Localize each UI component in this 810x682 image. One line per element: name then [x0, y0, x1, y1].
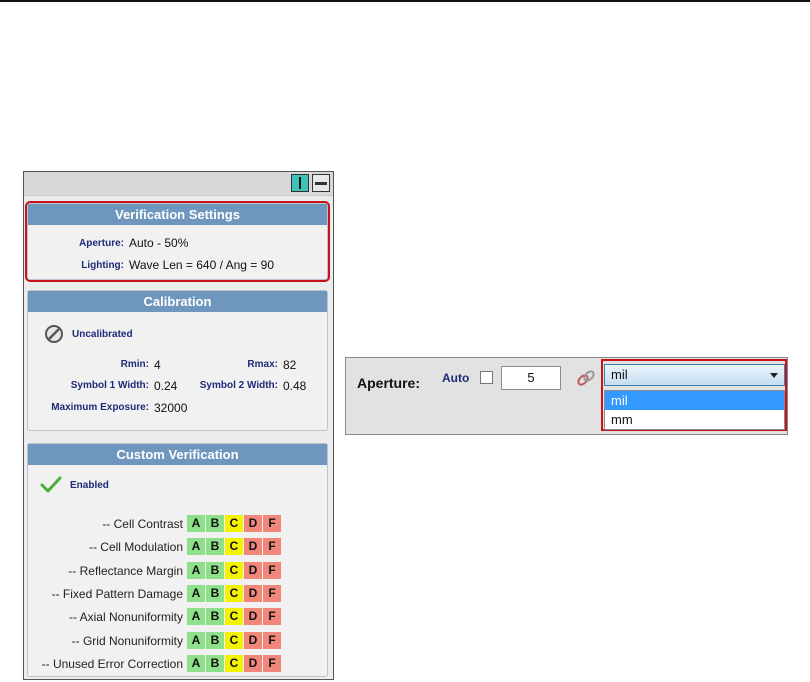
- grade-d-button[interactable]: D: [244, 561, 262, 579]
- calibration-status: Uncalibrated: [44, 324, 133, 344]
- grade-a-button[interactable]: A: [187, 584, 205, 602]
- aperture-control-label: Aperture:: [357, 375, 421, 391]
- grade-d-button[interactable]: D: [244, 654, 262, 672]
- grade-row-label: -- Cell Contrast: [102, 517, 183, 531]
- grade-b-button[interactable]: B: [206, 515, 224, 532]
- verification-settings-section: Verification Settings Aperture: Auto - 5…: [25, 201, 330, 282]
- grade-d-button[interactable]: D: [244, 584, 262, 602]
- grade-c-button[interactable]: C: [225, 515, 243, 532]
- custom-verification-status-text: Enabled: [70, 479, 109, 491]
- auto-checkbox[interactable]: [480, 371, 493, 384]
- max-exposure-label: Maximum Exposure:: [51, 402, 149, 413]
- chevron-down-icon: [770, 373, 778, 378]
- no-entry-icon: [45, 325, 63, 343]
- grade-row-label: -- Unused Error Correction: [41, 656, 183, 671]
- grade-a-button[interactable]: A: [187, 561, 205, 579]
- top-border-line: [0, 0, 810, 2]
- grade-b-button[interactable]: B: [206, 584, 224, 602]
- grade-row-label: -- Reflectance Margin: [68, 563, 183, 578]
- unit-options-list: mil mm: [604, 390, 785, 430]
- grade-row: -- Fixed Pattern Damage A B C D F: [28, 584, 328, 604]
- symbol-1-width-value: 0.24: [154, 379, 178, 393]
- rmax-value: 82: [283, 358, 297, 372]
- lighting-value: Wave Len = 640 / Ang = 90: [129, 258, 274, 272]
- minimize-button[interactable]: [312, 174, 330, 192]
- lighting-label: Lighting:: [81, 260, 124, 271]
- grade-buttons: ABCDF: [187, 631, 282, 649]
- calibration-status-text: Uncalibrated: [72, 328, 133, 340]
- grade-row-label: -- Cell Modulation: [88, 540, 183, 555]
- grade-buttons: ABCDF: [187, 654, 282, 672]
- grade-row: -- Unused Error Correction A B C D F: [28, 654, 328, 674]
- grade-row-label: -- Grid Nonuniformity: [71, 633, 183, 648]
- aperture-control-panel: Aperture: Auto 5 mil mil mm: [345, 357, 788, 435]
- grade-b-button[interactable]: B: [206, 561, 224, 579]
- grade-f-button[interactable]: F: [263, 608, 281, 626]
- section-header-calibration: Calibration: [28, 291, 327, 312]
- symbol-2-width-label: Symbol 2 Width:: [199, 380, 278, 391]
- symbol-2-width-value: 0.48: [283, 379, 307, 393]
- verification-panel: Verification Settings Aperture: Auto - 5…: [23, 171, 334, 680]
- aperture-value: Auto - 50%: [129, 236, 189, 250]
- grade-row: -- Cell Contrast A B C D F: [28, 514, 328, 534]
- grade-b-button[interactable]: B: [206, 631, 224, 649]
- grade-f-button[interactable]: F: [263, 515, 281, 532]
- grade-d-button[interactable]: D: [244, 631, 262, 649]
- grade-row-label: -- Axial Nonuniformity: [68, 610, 183, 625]
- grade-f-button[interactable]: F: [263, 538, 281, 556]
- grade-c-button[interactable]: C: [225, 584, 243, 602]
- split-view-button[interactable]: [291, 174, 309, 192]
- grade-b-button[interactable]: B: [206, 608, 224, 626]
- auto-label: Auto: [442, 371, 470, 385]
- grade-b-button[interactable]: B: [206, 538, 224, 556]
- section-header-custom-verification: Custom Verification: [28, 444, 327, 465]
- calibration-section: Calibration Uncalibrated Rmin: 4 Rmax: 8…: [27, 290, 328, 431]
- grade-a-button[interactable]: A: [187, 654, 205, 672]
- symbol-1-width-label: Symbol 1 Width:: [70, 380, 149, 391]
- section-header-verification-settings: Verification Settings: [28, 204, 327, 225]
- grade-d-button[interactable]: D: [244, 515, 262, 532]
- grade-buttons: ABCDF: [187, 515, 282, 532]
- grade-row-label: -- Fixed Pattern Damage: [51, 586, 183, 601]
- grade-c-button[interactable]: C: [225, 538, 243, 556]
- grade-c-button[interactable]: C: [225, 654, 243, 672]
- grade-f-button[interactable]: F: [263, 561, 281, 579]
- custom-verification-status: Enabled: [40, 476, 109, 494]
- grade-row: -- Axial Nonuniformity A B C D F: [28, 607, 328, 627]
- grade-buttons: ABCDF: [187, 608, 282, 626]
- grade-d-button[interactable]: D: [244, 608, 262, 626]
- grade-buttons: ABCDF: [187, 538, 282, 556]
- unit-option-mil[interactable]: mil: [605, 391, 784, 410]
- grade-a-button[interactable]: A: [187, 538, 205, 556]
- grade-b-button[interactable]: B: [206, 654, 224, 672]
- unit-option-mm[interactable]: mm: [605, 410, 784, 429]
- checkmark-icon: [40, 476, 62, 493]
- aperture-label: Aperture:: [78, 238, 124, 249]
- grade-f-button[interactable]: F: [263, 654, 281, 672]
- grade-buttons: ABCDF: [187, 561, 282, 579]
- grade-a-button[interactable]: A: [187, 515, 205, 532]
- rmin-value: 4: [154, 358, 161, 372]
- grade-a-button[interactable]: A: [187, 631, 205, 649]
- grade-a-button[interactable]: A: [187, 608, 205, 626]
- grade-f-button[interactable]: F: [263, 631, 281, 649]
- panel-toolbar: [24, 172, 333, 196]
- grade-f-button[interactable]: F: [263, 584, 281, 602]
- link-icon[interactable]: [575, 368, 597, 388]
- unit-select-value: mil: [611, 367, 628, 382]
- grade-buttons: ABCDF: [187, 584, 282, 602]
- grade-c-button[interactable]: C: [225, 561, 243, 579]
- grade-c-button[interactable]: C: [225, 631, 243, 649]
- custom-verification-section: Custom Verification Enabled -- Cell Cont…: [27, 443, 328, 677]
- rmin-label: Rmin:: [120, 359, 149, 370]
- unit-select[interactable]: mil: [604, 364, 785, 386]
- rmax-label: Rmax:: [247, 359, 278, 370]
- aperture-value-input[interactable]: 5: [501, 366, 561, 390]
- grade-row: -- Grid Nonuniformity A B C D F: [28, 631, 328, 651]
- grade-row: -- Reflectance Margin A B C D F: [28, 561, 328, 581]
- grade-c-button[interactable]: C: [225, 608, 243, 626]
- max-exposure-value: 32000: [154, 401, 188, 415]
- grade-d-button[interactable]: D: [244, 538, 262, 556]
- grade-row: -- Cell Modulation A B C D F: [28, 537, 328, 557]
